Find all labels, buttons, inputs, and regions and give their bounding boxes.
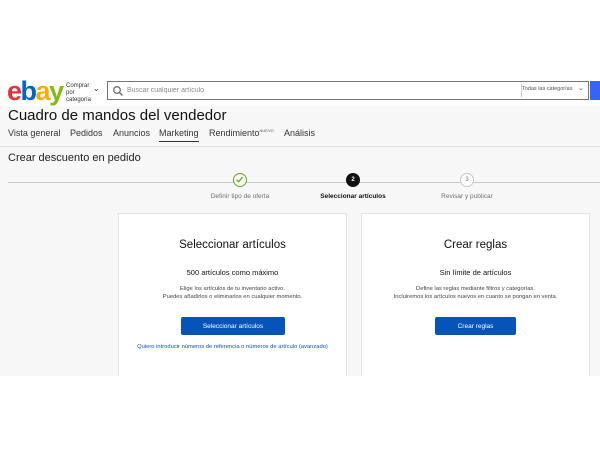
logo-letter-y: y xyxy=(49,76,64,106)
search-category-select[interactable]: Todas las categorías xyxy=(522,86,572,92)
tab-listings[interactable]: Anuncios xyxy=(113,128,150,138)
tab-performance-label: Rendimiento xyxy=(209,128,260,138)
create-rules-button[interactable]: Crear reglas xyxy=(435,317,516,335)
create-rules-card: Crear reglas Sin límite de artículos Def… xyxy=(361,213,590,376)
search-icon xyxy=(113,86,123,96)
tab-analytics[interactable]: Análisis xyxy=(284,128,315,138)
card-description-line: Puedes añadirlos o eliminarlos en cualqu… xyxy=(162,293,303,300)
shop-by-category-button[interactable]: Comprar por categoría ⌄ xyxy=(66,83,100,104)
tabs-divider xyxy=(0,146,600,147)
stepper-line xyxy=(8,182,600,183)
tab-performance[interactable]: RendimientoNUEVO xyxy=(209,128,274,138)
new-badge: NUEVO xyxy=(259,128,274,133)
ebay-logo[interactable]: ebay xyxy=(7,76,64,106)
step-3-label: Revisar y publicar xyxy=(441,193,493,200)
shop-by-category-label: Comprar por categoría xyxy=(66,83,92,103)
step-3-number: 3 xyxy=(460,173,474,187)
chevron-down-icon: ⌄ xyxy=(93,84,100,93)
search-bar: Todas las categorías ⌄ xyxy=(107,81,589,100)
tab-marketing[interactable]: Marketing xyxy=(159,128,199,142)
seller-hub-page: ebay Comprar por categoría ⌄ Todas las c… xyxy=(0,76,600,376)
logo-letter-b: b xyxy=(20,76,38,106)
step-2-number: 2 xyxy=(346,173,360,187)
card-title: Seleccionar artículos xyxy=(179,239,286,251)
select-items-button[interactable]: Seleccionar artículos xyxy=(181,317,285,335)
card-title: Crear reglas xyxy=(443,239,508,251)
advanced-item-number-link[interactable]: Quiero introducir números de referencia … xyxy=(119,344,346,350)
logo-letter-a: a xyxy=(35,76,51,106)
card-description: Define las reglas mediante filtros y cat… xyxy=(362,286,589,301)
chevron-down-icon: ⌄ xyxy=(578,85,584,92)
step-2-label: Seleccionar artículos xyxy=(320,193,386,200)
select-items-card: Seleccionar artículos 500 artículos como… xyxy=(118,213,347,376)
card-subtitle: 500 artículos como máximo xyxy=(186,268,279,277)
top-bar: ebay Comprar por categoría ⌄ Todas las c… xyxy=(0,76,600,106)
card-subtitle: Sin límite de artículos xyxy=(439,268,512,277)
check-icon xyxy=(236,176,244,183)
section-title: Crear descuento en pedido xyxy=(8,152,141,164)
search-button[interactable] xyxy=(590,81,600,100)
page-title: Cuadro de mandos del vendedor xyxy=(8,107,227,124)
card-description: Elige los artículos de tu inventario act… xyxy=(119,286,346,301)
tab-orders[interactable]: Pedidos xyxy=(70,128,103,138)
card-description-line: Define las reglas mediante filtros y cat… xyxy=(416,286,535,292)
step-1-label: Definir tipo de oferta xyxy=(210,193,270,200)
search-input[interactable] xyxy=(127,83,517,98)
card-description-line: Incluiremos los artículos nuevos en cuan… xyxy=(393,293,558,300)
card-description-line: Elige los artículos de tu inventario act… xyxy=(179,286,286,292)
tab-overview[interactable]: Vista general xyxy=(8,128,60,138)
logo-letter-e: e xyxy=(7,76,22,106)
step-1-check-icon xyxy=(233,173,247,187)
